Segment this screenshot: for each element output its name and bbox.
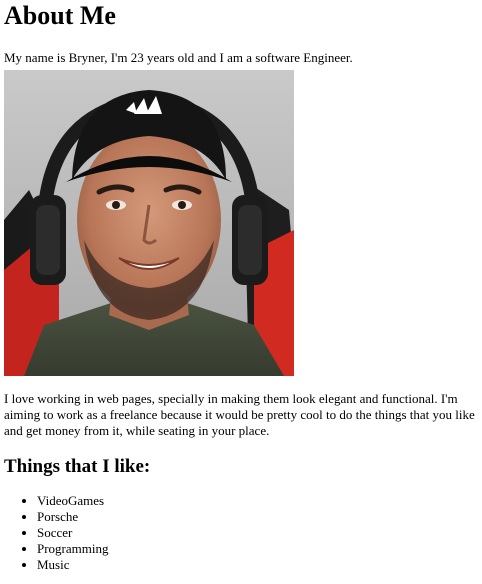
profile-photo (4, 70, 294, 376)
intro-text: My name is Bryner, I'm 23 years old and … (4, 50, 353, 65)
list-item: Programming (37, 541, 478, 557)
likes-heading: Things that I like: (4, 456, 151, 477)
list-item: Music (37, 557, 478, 573)
likes-list: VideoGames Porsche Soccer Programming Mu… (4, 493, 478, 573)
list-item: VideoGames (37, 493, 478, 509)
list-item: Porsche (37, 509, 478, 525)
bio-text: I love working in web pages, specially i… (4, 391, 475, 438)
page-title: About Me (4, 1, 116, 30)
page-content: About Me My name is Bryner, I'm 23 years… (0, 0, 482, 573)
list-item: Soccer (37, 525, 478, 541)
